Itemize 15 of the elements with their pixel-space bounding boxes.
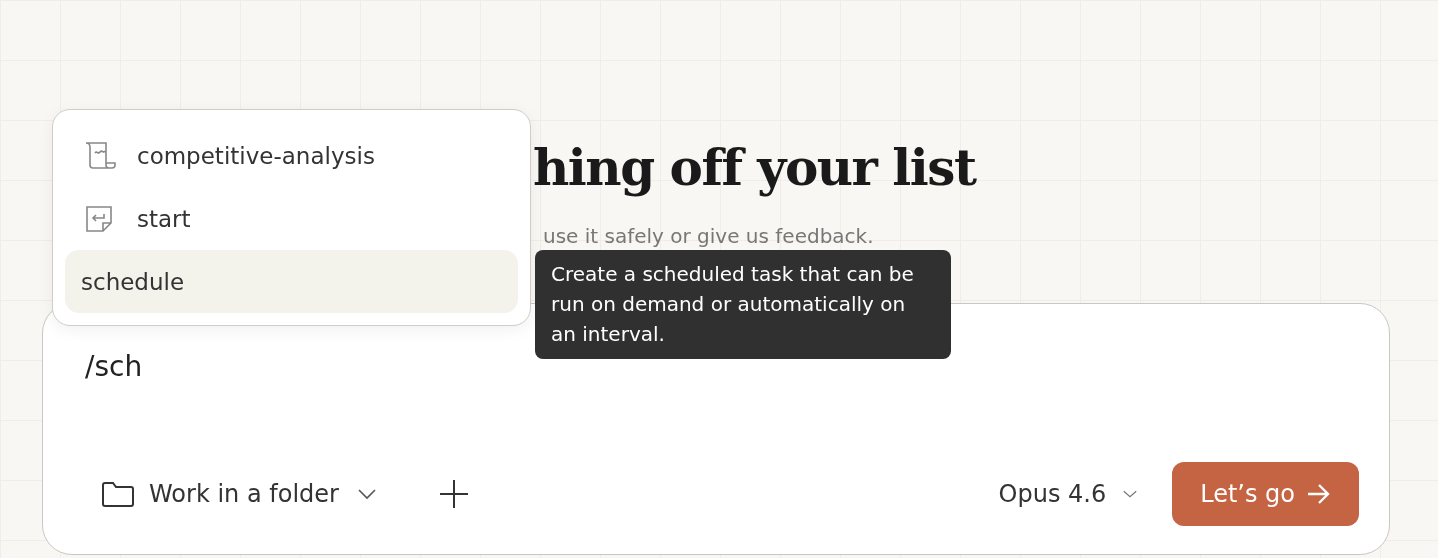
chevron-down-icon [356, 488, 377, 500]
command-menu-item[interactable]: start [65, 187, 518, 250]
scroll-icon [83, 140, 117, 171]
command-menu-item[interactable]: schedule [65, 250, 518, 313]
submit-button[interactable]: Let’s go [1172, 462, 1359, 526]
folder-button[interactable]: Work in a folder [101, 480, 377, 508]
model-selector[interactable]: Opus 4.6 [998, 480, 1139, 508]
folder-icon [101, 480, 135, 508]
page-heading: hing off your list [533, 137, 978, 199]
chevron-down-icon [1122, 489, 1139, 499]
page-subtitle: use it safely or give us feedback. [543, 224, 875, 248]
arrow-right-icon [1307, 483, 1331, 505]
command-menu-item[interactable]: competitive-analysis [65, 124, 518, 187]
tooltip: Create a scheduled task that can be run on demand or automatically on an interval. [535, 250, 951, 359]
add-button[interactable] [438, 479, 469, 509]
